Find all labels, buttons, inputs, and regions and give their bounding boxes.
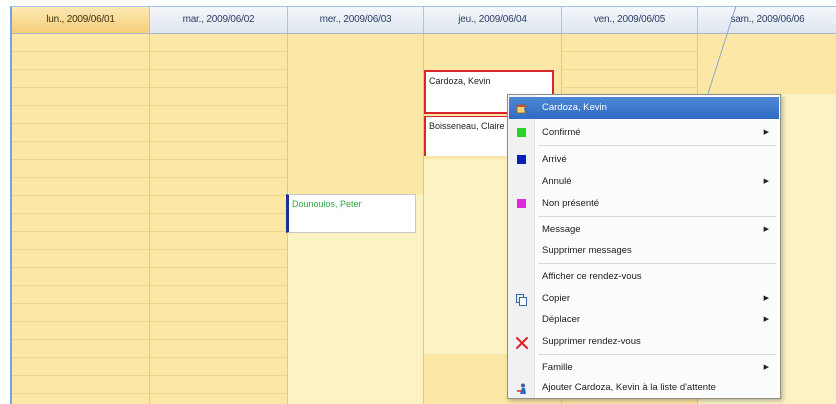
- waitlist-person-icon: [516, 382, 527, 394]
- menu-item-label: Famille: [542, 362, 573, 373]
- menu-item-annule[interactable]: Annulé ▶: [509, 171, 779, 193]
- menu-item-label: Arrivé: [542, 154, 567, 165]
- menu-item-label: Message: [542, 224, 581, 235]
- menu-item-label: Supprimer messages: [542, 245, 632, 256]
- menu-item-label: Supprimer rendez-vous: [542, 336, 641, 347]
- menu-separator: [538, 145, 776, 146]
- appointment-context-menu: Cardoza, Kevin Confirmé ▶ Arrivé Annulé …: [507, 94, 781, 399]
- menu-title-label: Cardoza, Kevin: [542, 102, 607, 113]
- menu-separator: [538, 263, 776, 264]
- menu-item-label: Confirmé: [542, 127, 581, 138]
- menu-item-afficher-rendez-vous[interactable]: Afficher ce rendez-vous: [509, 266, 779, 288]
- menu-item-label: Annulé: [542, 176, 572, 187]
- submenu-arrow-icon: ▶: [763, 364, 769, 371]
- menu-item-patient-title[interactable]: Cardoza, Kevin: [509, 97, 779, 119]
- menu-item-famille[interactable]: Famille ▶: [509, 357, 779, 379]
- menu-item-supprimer-messages[interactable]: Supprimer messages: [509, 240, 779, 262]
- menu-item-confirme[interactable]: Confirmé ▶: [509, 122, 779, 144]
- submenu-arrow-icon: ▶: [763, 226, 769, 233]
- menu-item-label: Afficher ce rendez-vous: [542, 271, 642, 282]
- menu-item-label: Ajouter Cardoza, Kevin à la liste d'atte…: [542, 382, 716, 393]
- submenu-arrow-icon: ▶: [763, 316, 769, 323]
- menu-item-label: Copier: [542, 293, 570, 304]
- menu-separator: [538, 216, 776, 217]
- menu-item-deplacer[interactable]: Déplacer ▶: [509, 309, 779, 331]
- menu-item-copier[interactable]: Copier ▶: [509, 288, 779, 310]
- menu-separator: [538, 354, 776, 355]
- scheduler-window: lun., 2009/06/01 mar., 2009/06/02 mer., …: [0, 0, 836, 404]
- magenta-square-icon: [516, 198, 527, 209]
- menu-item-label: Déplacer: [542, 314, 581, 325]
- submenu-arrow-icon: ▶: [763, 295, 769, 302]
- menu-item-supprimer-rendez-vous[interactable]: Supprimer rendez-vous: [509, 331, 779, 353]
- delete-x-icon: [516, 336, 528, 349]
- menu-item-non-presente[interactable]: Non présenté: [509, 193, 779, 215]
- menu-item-arrive[interactable]: Arrivé: [509, 149, 779, 171]
- calendar-person-icon: [516, 102, 528, 114]
- green-square-icon: [516, 127, 527, 138]
- blue-square-icon: [516, 154, 527, 165]
- submenu-arrow-icon: ▶: [763, 129, 769, 136]
- submenu-arrow-icon: ▶: [763, 178, 769, 185]
- menu-item-label: Non présenté: [542, 198, 600, 209]
- menu-item-message[interactable]: Message ▶: [509, 219, 779, 241]
- menu-item-ajouter-liste-attente[interactable]: Ajouter Cardoza, Kevin à la liste d'atte…: [509, 377, 779, 399]
- copy-icon: [516, 293, 527, 306]
